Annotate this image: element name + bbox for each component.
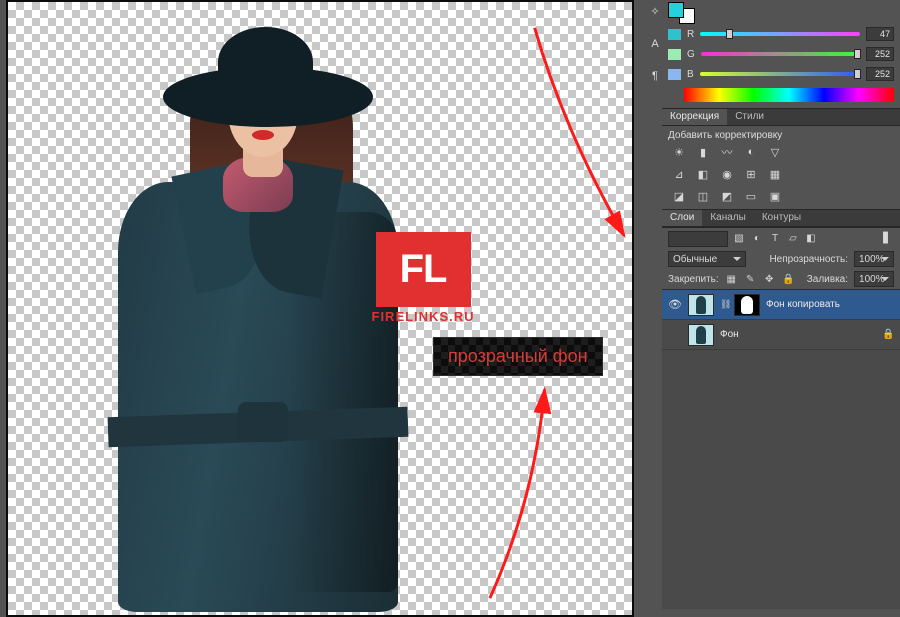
layer-row[interactable]: 👁 ⛓ Фон копировать (662, 290, 900, 320)
channel-slider[interactable] (700, 69, 860, 79)
vibrance-icon[interactable]: ▽ (766, 145, 784, 159)
watermark-logo: FL (376, 232, 471, 307)
hue-icon[interactable]: ⊿ (670, 167, 688, 181)
layer-filter-kind[interactable] (668, 231, 728, 247)
annotation-text: прозрачный фон (448, 346, 588, 366)
foreground-swatch[interactable] (668, 2, 684, 18)
filter-smart-icon[interactable]: ◧ (804, 232, 818, 246)
mask-thumbnail[interactable] (734, 294, 760, 316)
panel-dock: R 47 G 252 B 252 Коррекция Стили Добавить кор… (662, 0, 900, 617)
exposure-icon[interactable]: ◐ (742, 145, 760, 159)
channel-slider[interactable] (700, 29, 860, 39)
invert-icon[interactable]: ◪ (670, 189, 688, 203)
watermark: FL FIRELINKS.RU (368, 232, 478, 324)
layer-name[interactable]: Фон копировать (766, 299, 894, 310)
add-adjustment-label: Добавить корректировку (662, 126, 900, 143)
tab-channels[interactable]: Каналы (702, 210, 754, 226)
channel-slider[interactable] (701, 49, 860, 59)
adjustment-presets-row3: ◪ ◫ ◩ ▭ ▣ (662, 187, 900, 209)
channel-value[interactable]: 252 (866, 67, 894, 81)
channel-value[interactable]: 252 (866, 47, 894, 61)
photo-filter-icon[interactable]: ◉ (718, 167, 736, 181)
document-frame[interactable]: FL FIRELINKS.RU прозрачный фон (6, 0, 634, 617)
adjustments-panel: Коррекция Стили Добавить корректировку ☀… (662, 108, 900, 209)
history-icon[interactable]: ✧ (649, 6, 661, 18)
tab-styles[interactable]: Стили (727, 109, 772, 125)
color-panel: R 47 G 252 B 252 (662, 0, 900, 102)
filter-text-icon[interactable]: T (768, 232, 782, 246)
lock-all-icon[interactable]: 🔒 (782, 272, 795, 286)
channel-mixer-icon[interactable]: ⊞ (742, 167, 760, 181)
link-icon[interactable]: ⛓ (720, 299, 728, 310)
lock-icon: 🔒 (882, 329, 894, 340)
tab-layers[interactable]: Слои (662, 210, 702, 226)
layer-thumbnail[interactable] (688, 324, 714, 346)
channel-label: R (687, 29, 694, 40)
canvas-area: FL FIRELINKS.RU прозрачный фон (0, 0, 648, 617)
channel-swatch (668, 29, 681, 40)
fill-value: 100% (859, 274, 885, 285)
paragraph-icon[interactable]: ¶ (649, 70, 661, 82)
filter-toggle-icon[interactable]: ▋ (880, 232, 894, 246)
collapsed-panel-rail: ✧ A ¶ (648, 0, 662, 617)
channel-swatch (668, 49, 681, 60)
tab-paths[interactable]: Контуры (754, 210, 809, 226)
visibility-toggle-icon[interactable]: 👁 (668, 298, 682, 312)
threshold-icon[interactable]: ◩ (718, 189, 736, 203)
tab-adjustments[interactable]: Коррекция (662, 109, 727, 125)
fill-input[interactable]: 100% (854, 271, 894, 287)
color-channel-r: R 47 (662, 24, 900, 44)
opacity-input[interactable]: 100% (854, 251, 894, 267)
color-channel-b: B 252 (662, 64, 900, 84)
adjustment-presets-row1: ☀ ▮ 〰 ◐ ▽ (662, 143, 900, 165)
layer-row[interactable]: Фон 🔒 (662, 320, 900, 350)
layer-list: 👁 ⛓ Фон копировать Фон 🔒 (662, 289, 900, 609)
curves-icon[interactable]: 〰 (718, 145, 736, 159)
lock-position-icon[interactable]: ✥ (763, 272, 776, 286)
lock-image-icon[interactable]: ✎ (744, 272, 757, 286)
blend-mode-value: Обычные (673, 254, 717, 265)
lookup-icon[interactable]: ▦ (766, 167, 784, 181)
layers-panel: Слои Каналы Контуры ▧ ◐ T ▱ ◧ ▋ Обычные … (662, 209, 900, 609)
channel-value[interactable]: 47 (866, 27, 894, 41)
annotation-callout: прозрачный фон (433, 337, 603, 376)
text-icon[interactable]: A (649, 38, 661, 50)
blend-mode-select[interactable]: Обычные (668, 251, 746, 267)
opacity-label: Непрозрачность: (769, 254, 848, 265)
watermark-site: FIRELINKS.RU (368, 309, 478, 324)
channel-label: G (687, 49, 695, 60)
channel-swatch (668, 69, 681, 80)
fill-label: Заливка: (807, 274, 848, 285)
posterize-icon[interactable]: ◫ (694, 189, 712, 203)
lock-transparent-icon[interactable]: ▦ (725, 272, 738, 286)
bw-icon[interactable]: ◧ (694, 167, 712, 181)
gradient-map-icon[interactable]: ▭ (742, 189, 760, 203)
adjustment-presets-row2: ⊿ ◧ ◉ ⊞ ▦ (662, 165, 900, 187)
brightness-icon[interactable]: ☀ (670, 145, 688, 159)
filter-shape-icon[interactable]: ▱ (786, 232, 800, 246)
filter-adjust-icon[interactable]: ◐ (750, 232, 764, 246)
color-channel-g: G 252 (662, 44, 900, 64)
levels-icon[interactable]: ▮ (694, 145, 712, 159)
visibility-toggle-icon[interactable] (668, 328, 682, 342)
selective-color-icon[interactable]: ▣ (766, 189, 784, 203)
lock-label: Закрепить: (668, 274, 719, 285)
channel-label: B (687, 69, 694, 80)
filter-pixel-icon[interactable]: ▧ (732, 232, 746, 246)
layer-thumbnail[interactable] (688, 294, 714, 316)
layer-name[interactable]: Фон (720, 329, 876, 340)
opacity-value: 100% (859, 254, 885, 265)
spectrum-ramp[interactable] (684, 88, 894, 102)
